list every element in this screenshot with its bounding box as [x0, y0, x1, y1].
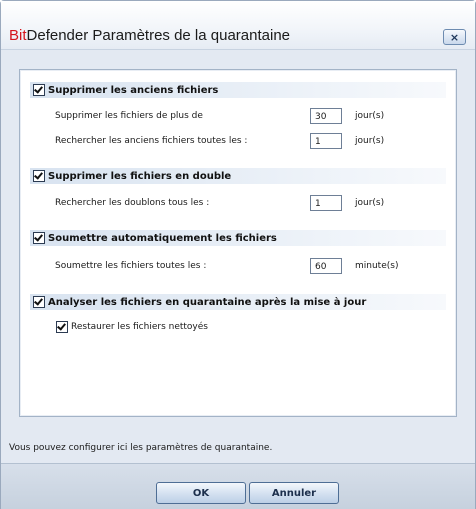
unit-label: jour(s) — [355, 111, 385, 121]
section-auto-submit[interactable]: Soumettre automatiquement les fichiers — [30, 230, 446, 246]
title-text: Defender Paramètres de la quarantaine — [26, 27, 291, 44]
checkmark-icon[interactable] — [33, 170, 45, 182]
section-scan-after-update[interactable]: Analyser les fichiers en quarantaine apr… — [30, 294, 446, 310]
delete-after-days-input[interactable]: 30 — [310, 108, 342, 124]
row-label: Rechercher les anciens fichiers toutes l… — [55, 136, 248, 146]
checkmark-icon[interactable] — [33, 232, 45, 244]
restore-cleaned-files-checkbox[interactable]: Restaurer les fichiers nettoyés — [56, 321, 208, 333]
window-title: BitDefender Paramètres de la quarantaine — [9, 27, 290, 44]
checkmark-icon[interactable] — [33, 296, 45, 308]
unit-label: jour(s) — [355, 198, 385, 208]
section-label: Supprimer les fichiers en double — [48, 170, 232, 182]
unit-label: minute(s) — [355, 261, 399, 271]
close-icon: × — [449, 30, 460, 44]
cancel-button[interactable]: Annuler — [249, 482, 339, 504]
info-text: Vous pouvez configurer ici les paramètre… — [9, 443, 273, 453]
unit-label: jour(s) — [355, 136, 385, 146]
section-label: Soumettre automatiquement les fichiers — [48, 232, 277, 244]
scan-old-files-interval-input[interactable]: 1 — [310, 133, 342, 149]
section-delete-old-files[interactable]: Supprimer les anciens fichiers — [30, 82, 446, 98]
checkmark-icon[interactable] — [33, 84, 45, 96]
row-label: Soumettre les fichiers toutes les : — [55, 261, 207, 271]
row-label: Rechercher les doublons tous les : — [55, 198, 210, 208]
section-label: Supprimer les anciens fichiers — [48, 84, 219, 96]
section-label: Analyser les fichiers en quarantaine apr… — [48, 296, 367, 308]
quarantine-settings-dialog: BitDefender Paramètres de la quarantaine… — [0, 0, 476, 509]
submit-interval-input[interactable]: 60 — [310, 258, 342, 274]
ok-button[interactable]: OK — [156, 482, 246, 504]
button-bar: OK Annuler — [1, 463, 475, 509]
section-delete-duplicates[interactable]: Supprimer les fichiers en double — [30, 168, 446, 184]
title-bar[interactable]: BitDefender Paramètres de la quarantaine… — [1, 1, 475, 50]
close-button[interactable]: × — [443, 29, 466, 45]
checkbox-label: Restaurer les fichiers nettoyés — [71, 322, 208, 332]
row-label: Supprimer les fichiers de plus de — [55, 111, 203, 121]
brand-prefix: Bit — [9, 27, 27, 44]
scan-duplicates-interval-input[interactable]: 1 — [310, 195, 342, 211]
checkmark-icon[interactable] — [56, 321, 68, 333]
settings-panel: Supprimer les anciens fichiers Supprimer… — [19, 69, 457, 417]
